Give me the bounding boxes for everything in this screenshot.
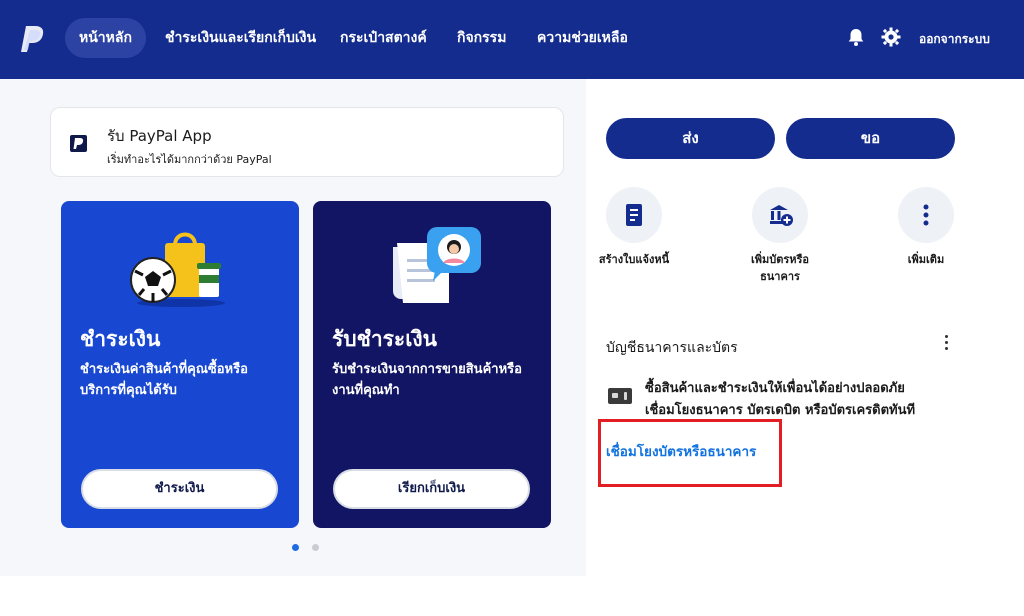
send-button[interactable]: ส่ง — [606, 118, 775, 159]
logout-link[interactable]: ออกจากระบบ — [919, 30, 990, 49]
promo-card-receive: รับชำระเงิน รับชำระเงินจากการขายสินค้าหร… — [313, 201, 551, 528]
kebab-menu-icon[interactable] — [942, 335, 950, 355]
promo-card-pay: ชำระเงิน ชำระเงินค่าสินค้าที่คุณซื้อหรือ… — [61, 201, 299, 528]
app-banner-subtitle: เริ่มทำอะไรได้มากกว่าด้วย PayPal — [107, 153, 272, 166]
carousel-dot[interactable] — [312, 544, 319, 551]
nav-wallet[interactable]: กระเป๋าสตางค์ — [340, 18, 427, 58]
paypal-logo-icon[interactable] — [20, 24, 46, 54]
promo-title: รับชำระเงิน — [332, 327, 437, 351]
request-payment-button[interactable]: เรียกเก็บเงิน — [333, 469, 530, 509]
soccer-ball-shopping-bag-icon — [130, 232, 225, 307]
bank-card-icon — [608, 388, 632, 404]
more-options-button[interactable] — [898, 187, 954, 243]
add-card-or-bank-label: เพิ่มบัตรหรือธนาคาร — [750, 253, 810, 283]
bell-icon[interactable] — [846, 27, 866, 47]
pay-button[interactable]: ชำระเงิน — [81, 469, 278, 509]
nav-home[interactable]: หน้าหลัก — [65, 18, 146, 58]
gear-icon[interactable] — [881, 27, 901, 47]
carousel-dot-active[interactable] — [292, 544, 299, 551]
add-card-or-bank-button[interactable] — [752, 187, 808, 243]
bank-section-line-2: เชื่อมโยงธนาคาร บัตรเดบิต หรือบัตรเครดิต… — [645, 403, 916, 418]
nav-activity[interactable]: กิจกรรม — [457, 18, 506, 58]
create-invoice-button[interactable] — [606, 187, 662, 243]
request-button[interactable]: ขอ — [786, 118, 955, 159]
nav-pay-and-request[interactable]: ชำระเงินและเรียกเก็บเงิน — [165, 18, 316, 58]
promo-description: ชำระเงินค่าสินค้าที่คุณซื้อหรือบริการที่… — [80, 362, 248, 398]
get-app-banner[interactable]: รับ PayPal App เริ่มทำอะไรได้มากกว่าด้วย… — [50, 107, 564, 177]
invoice-chat-avatar-icon — [393, 227, 481, 303]
promo-description: รับชำระเงินจากการขายสินค้าหรืองานที่คุณท… — [332, 362, 522, 398]
create-invoice-label: สร้างใบแจ้งหนี้ — [598, 253, 670, 266]
paypal-app-icon — [70, 135, 87, 152]
more-vertical-icon — [923, 204, 929, 226]
more-options-label: เพิ่มเติม — [907, 253, 945, 266]
add-bank-icon — [770, 205, 793, 226]
top-navigation-bar: หน้าหลัก ชำระเงินและเรียกเก็บเงิน กระเป๋… — [0, 0, 1024, 79]
bank-and-cards-heading: บัญชีธนาคารและบัตร — [606, 340, 738, 356]
invoice-icon — [626, 204, 642, 226]
bank-section-line-1: ซื้อสินค้าและชำระเงินให้เพื่อนได้อย่างปล… — [645, 381, 905, 396]
nav-help[interactable]: ความช่วยเหลือ — [537, 18, 628, 58]
app-banner-title: รับ PayPal App — [107, 127, 212, 145]
link-card-or-bank-link[interactable]: เชื่อมโยงบัตรหรือธนาคาร — [606, 440, 756, 462]
promo-title: ชำระเงิน — [80, 327, 161, 351]
